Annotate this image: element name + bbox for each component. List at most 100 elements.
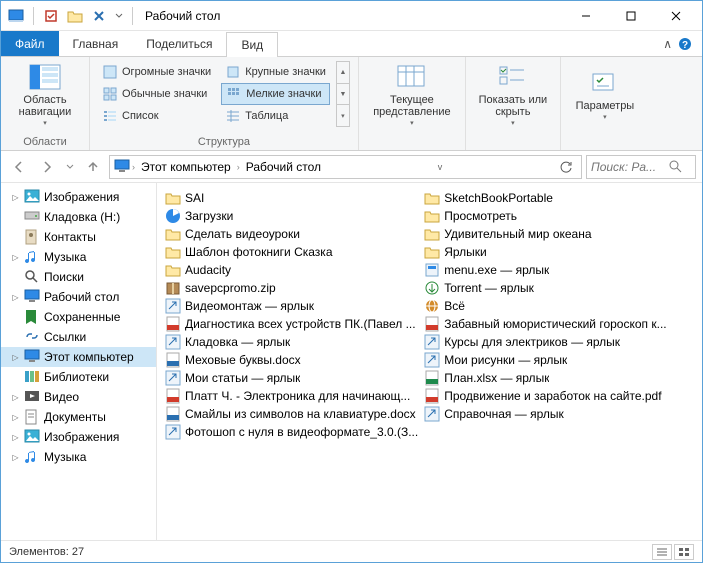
close-button[interactable] <box>653 2 698 30</box>
forward-button[interactable] <box>35 155 59 179</box>
up-button[interactable] <box>81 155 105 179</box>
file-item[interactable]: Диагностика всех устройств ПК.(Павел ... <box>165 315 424 333</box>
file-item[interactable]: Кладовка — ярлык <box>165 333 424 351</box>
tab-file[interactable]: Файл <box>1 31 59 56</box>
file-item[interactable]: Забавный юмористический гороскоп к... <box>424 315 683 333</box>
tab-home[interactable]: Главная <box>59 31 133 56</box>
file-item[interactable]: savepcpromo.zip <box>165 279 424 297</box>
minimize-button[interactable] <box>563 2 608 30</box>
tree-item[interactable]: Сохраненные <box>1 307 156 327</box>
back-button[interactable] <box>7 155 31 179</box>
chevron-right-icon[interactable]: › <box>132 162 135 172</box>
tree-item[interactable]: ▷Изображения <box>1 187 156 207</box>
pdf-icon <box>424 388 440 404</box>
layout-scroll[interactable]: ▲ ▼ ▾ <box>336 61 350 127</box>
refresh-button[interactable] <box>555 160 577 174</box>
twisty-icon[interactable]: ▷ <box>11 293 20 302</box>
file-item[interactable]: Сделать видеоуроки <box>165 225 424 243</box>
tree-item[interactable]: Ссылки <box>1 327 156 347</box>
layout-details[interactable]: Таблица <box>221 105 330 127</box>
file-item[interactable]: menu.exe — ярлык <box>424 261 683 279</box>
qat-delete-button[interactable] <box>88 5 110 27</box>
qat-properties-button[interactable] <box>40 5 62 27</box>
options-button[interactable]: Параметры ▾ <box>569 61 641 131</box>
file-item[interactable]: Удивительный мир океана <box>424 225 683 243</box>
twisty-icon[interactable]: ▷ <box>11 193 20 202</box>
file-item[interactable]: Платт Ч. - Электроника для начинающ... <box>165 387 424 405</box>
file-item[interactable]: Справочная — ярлык <box>424 405 683 423</box>
address-dropdown-button[interactable]: v <box>434 162 447 172</box>
show-hide-button[interactable]: Показать или скрыть ▾ <box>474 61 552 131</box>
layout-large[interactable]: Крупные значки <box>221 61 330 83</box>
file-item[interactable]: SketchBookPortable <box>424 189 683 207</box>
tree-item[interactable]: Контакты <box>1 227 156 247</box>
maximize-button[interactable] <box>608 2 653 30</box>
chevron-up-icon[interactable]: ▲ <box>337 62 349 84</box>
twisty-icon[interactable]: ▷ <box>11 393 20 402</box>
view-details-button[interactable] <box>652 544 672 560</box>
layout-extra-large[interactable]: Огромные значки <box>98 61 215 83</box>
file-name: SketchBookPortable <box>444 191 553 205</box>
twisty-icon[interactable]: ▷ <box>11 353 20 362</box>
search-icon[interactable] <box>669 160 682 173</box>
collapse-ribbon-button[interactable]: ∧ <box>663 37 672 51</box>
file-item[interactable]: План.xlsx — ярлык <box>424 369 683 387</box>
file-list[interactable]: SAIЗагрузкиСделать видеоурокиШаблон фото… <box>157 183 702 540</box>
folder-icon <box>424 244 440 260</box>
expand-icon[interactable]: ▾ <box>337 105 349 126</box>
breadcrumb[interactable]: › Этот компьютер › Рабочий стол v <box>109 155 582 179</box>
view-icons-button[interactable] <box>674 544 694 560</box>
tree-item[interactable]: Кладовка (H:) <box>1 207 156 227</box>
file-item[interactable]: Torrent — ярлык <box>424 279 683 297</box>
file-item[interactable]: Audacity <box>165 261 424 279</box>
tree-item[interactable]: ▷Этот компьютер <box>1 347 156 367</box>
file-item[interactable]: Смайлы из символов на клавиатуре.docx <box>165 405 424 423</box>
twisty-icon[interactable]: ▷ <box>11 253 20 262</box>
file-item[interactable]: Фотошоп с нуля в видеоформате_3.0.(З... <box>165 423 424 441</box>
file-item[interactable]: Просмотреть <box>424 207 683 225</box>
navigation-pane-button[interactable]: Область навигации ▾ <box>9 61 81 131</box>
current-view-button[interactable]: Текущее представление ▾ <box>367 61 457 131</box>
tree-item[interactable]: ▷Рабочий стол <box>1 287 156 307</box>
search-input[interactable] <box>591 160 669 174</box>
qat-new-folder-button[interactable] <box>64 5 86 27</box>
twisty-icon[interactable]: ▷ <box>11 413 20 422</box>
file-item[interactable]: Всё <box>424 297 683 315</box>
tree-item[interactable]: Поиски <box>1 267 156 287</box>
crumb-leaf[interactable]: Рабочий стол <box>242 160 325 174</box>
twisty-icon[interactable]: ▷ <box>11 433 20 442</box>
help-button[interactable]: ? <box>678 37 692 51</box>
file-item[interactable]: Курсы для электриков — ярлык <box>424 333 683 351</box>
file-item[interactable]: Продвижение и заработок на сайте.pdf <box>424 387 683 405</box>
file-item[interactable]: Ярлыки <box>424 243 683 261</box>
tree-item[interactable]: ▷Видео <box>1 387 156 407</box>
crumb-root[interactable]: Этот компьютер <box>137 160 235 174</box>
tree-item[interactable]: Библиотеки <box>1 367 156 387</box>
file-item[interactable]: Меховые буквы.docx <box>165 351 424 369</box>
folder-icon <box>165 262 181 278</box>
tree-item[interactable]: ▷Документы <box>1 407 156 427</box>
layout-small[interactable]: Мелкие значки <box>221 83 330 105</box>
file-item[interactable]: Мои рисунки — ярлык <box>424 351 683 369</box>
tree-item[interactable]: ▷Музыка <box>1 247 156 267</box>
search-box[interactable] <box>586 155 696 179</box>
chevron-right-icon[interactable]: › <box>237 162 240 172</box>
navigation-tree[interactable]: ▷ИзображенияКладовка (H:)Контакты▷Музыка… <box>1 183 157 540</box>
file-item[interactable]: Загрузки <box>165 207 424 225</box>
window-controls <box>563 2 698 30</box>
tab-share[interactable]: Поделиться <box>132 31 226 56</box>
file-item[interactable]: Видеомонтаж — ярлык <box>165 297 424 315</box>
chevron-down-icon[interactable]: ▼ <box>337 84 349 106</box>
tab-view[interactable]: Вид <box>226 32 278 57</box>
file-item[interactable]: Шаблон фотокниги Сказка <box>165 243 424 261</box>
qat-dropdown-button[interactable] <box>112 5 126 27</box>
file-item[interactable]: Мои статьи — ярлык <box>165 369 424 387</box>
shortcut-icon <box>165 334 181 350</box>
layout-list[interactable]: Список <box>98 105 215 127</box>
tree-item[interactable]: ▷Изображения <box>1 427 156 447</box>
file-item[interactable]: SAI <box>165 189 424 207</box>
twisty-icon[interactable]: ▷ <box>11 453 20 462</box>
layout-medium[interactable]: Обычные значки <box>98 83 215 105</box>
recent-locations-button[interactable] <box>63 155 77 179</box>
tree-item[interactable]: ▷Музыка <box>1 447 156 467</box>
